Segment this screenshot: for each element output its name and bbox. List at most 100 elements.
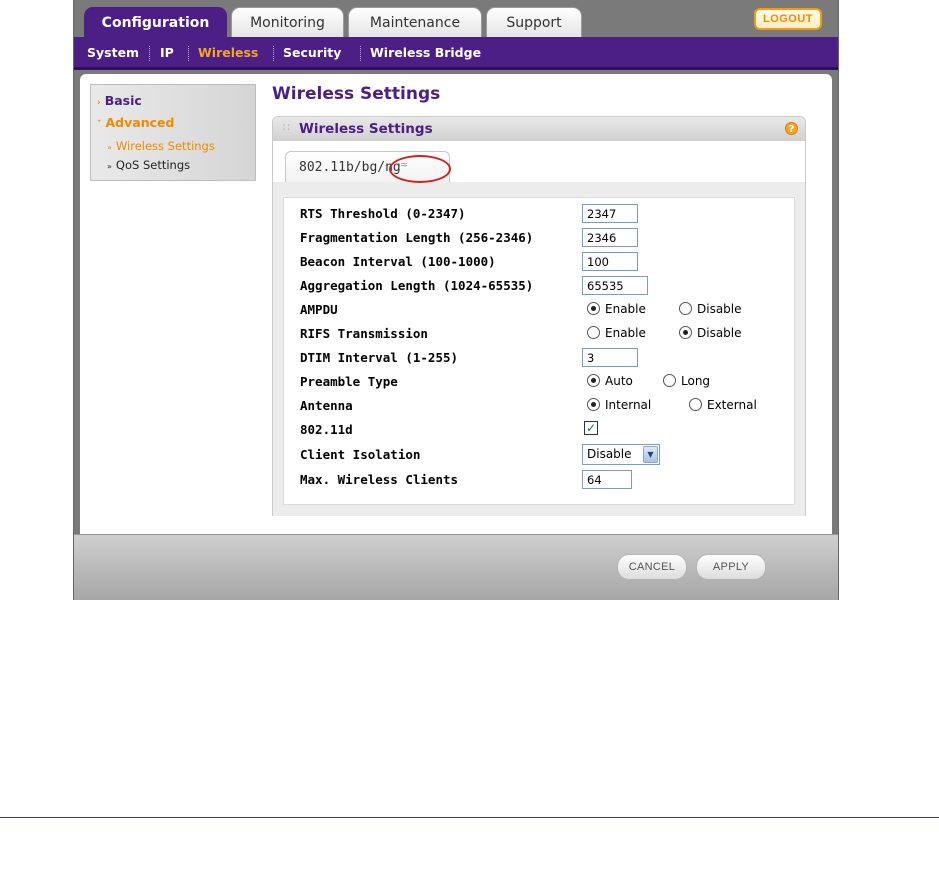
- apply-button[interactable]: APPLY: [696, 554, 766, 580]
- radio-selected-icon: [587, 374, 600, 387]
- cancel-button[interactable]: CANCEL: [617, 554, 687, 580]
- rifs-transmission-label: RIFS Transmission: [300, 326, 428, 341]
- dtim-interval-input[interactable]: [582, 348, 638, 367]
- leftnav-qos-settings-label: QoS Settings: [115, 158, 191, 172]
- beacon-interval-input[interactable]: [582, 252, 638, 271]
- antenna-internal-label: Internal: [605, 398, 652, 412]
- radio-mode-label: 802.11b/bg/ng: [299, 160, 401, 175]
- main-tab-bar: Configuration Monitoring Maintenance Sup…: [74, 0, 838, 39]
- page-title: Wireless Settings: [272, 84, 441, 104]
- sub-navigation: System IP Wireless Security Wireless Bri…: [74, 37, 838, 70]
- antenna-external-radio[interactable]: External: [689, 398, 757, 412]
- help-icon[interactable]: ?: [785, 122, 798, 135]
- antenna-internal-radio[interactable]: Internal: [587, 398, 651, 412]
- subnav-ip[interactable]: IP: [160, 45, 174, 60]
- leftnav-qos-settings[interactable]: » QoS Settings: [107, 158, 190, 172]
- row-beacon-interval: Beacon Interval (100-1000): [300, 251, 795, 273]
- subnav-separator: [360, 46, 361, 61]
- tab-maintenance[interactable]: Maintenance: [348, 7, 482, 37]
- logout-button[interactable]: LOGOUT: [754, 8, 822, 30]
- row-ampdu: AMPDU Enable Disable: [300, 299, 795, 321]
- client-isolation-value: Disable: [587, 447, 632, 461]
- subnav-wireless[interactable]: Wireless: [198, 45, 258, 60]
- row-dtim-interval: DTIM Interval (1-255): [300, 347, 795, 369]
- grip-icon: ∷: [283, 121, 290, 134]
- subnav-security[interactable]: Security: [283, 45, 341, 60]
- ampdu-label: AMPDU: [300, 302, 338, 317]
- footer-bar: CANCEL APPLY: [74, 534, 838, 600]
- ampdu-enable-radio[interactable]: Enable: [587, 302, 646, 316]
- row-rts-threshold: RTS Threshold (0-2347): [300, 203, 795, 225]
- rifs-enable-radio[interactable]: Enable: [587, 326, 646, 340]
- row-fragmentation-length: Fragmentation Length (256-2346): [300, 227, 795, 249]
- row-preamble-type: Preamble Type Auto Long: [300, 371, 795, 393]
- double-chevron-icon: »: [107, 162, 112, 171]
- antenna-label: Antenna: [300, 398, 353, 413]
- checkmark-icon: ✓: [585, 421, 597, 435]
- radio-unselected-icon: [689, 398, 702, 411]
- annotation-circle: [389, 155, 451, 183]
- aggregation-length-label: Aggregation Length (1024-65535): [300, 278, 534, 293]
- antenna-external-label: External: [707, 398, 757, 412]
- double-chevron-icon: »: [107, 143, 112, 152]
- rifs-enable-label: Enable: [605, 326, 646, 340]
- preamble-auto-radio[interactable]: Auto: [587, 374, 633, 388]
- ampdu-disable-radio[interactable]: Disable: [679, 302, 742, 316]
- radio-selected-icon: [587, 302, 600, 315]
- subnav-wireless-bridge[interactable]: Wireless Bridge: [370, 45, 481, 60]
- settings-form: RTS Threshold (0-2347) Fragmentation Len…: [283, 197, 795, 505]
- ampdu-enable-label: Enable: [605, 302, 646, 316]
- rifs-disable-radio[interactable]: Disable: [679, 326, 742, 340]
- radio-selected-icon: [679, 326, 692, 339]
- radio-selected-icon: [587, 398, 600, 411]
- fragmentation-length-input[interactable]: [582, 228, 638, 247]
- row-max-wireless-clients: Max. Wireless Clients: [300, 469, 795, 491]
- preamble-type-label: Preamble Type: [300, 374, 398, 389]
- aggregation-length-input[interactable]: [582, 276, 648, 295]
- leftnav-advanced[interactable]: ˇ Advanced: [97, 115, 174, 130]
- rts-threshold-input[interactable]: [582, 204, 638, 223]
- row-antenna: Antenna Internal External: [300, 395, 795, 417]
- radio-unselected-icon: [587, 326, 600, 339]
- leftnav-basic[interactable]: › Basic: [97, 93, 142, 108]
- leftnav-wireless-settings[interactable]: » Wireless Settings: [107, 139, 215, 153]
- row-rifs-transmission: RIFS Transmission Enable Disable: [300, 323, 795, 345]
- panel-title: Wireless Settings: [299, 121, 433, 137]
- leftnav-wireless-settings-label: Wireless Settings: [115, 139, 215, 153]
- subnav-separator: [188, 46, 189, 61]
- radio-unselected-icon: [663, 374, 676, 387]
- content-area: › Basic ˇ Advanced » Wireless Settings » QoS…: [80, 74, 832, 534]
- preamble-long-label: Long: [681, 374, 711, 388]
- radio-unselected-icon: [679, 302, 692, 315]
- row-aggregation-length: Aggregation Length (1024-65535): [300, 275, 795, 297]
- ampdu-disable-label: Disable: [697, 302, 742, 316]
- rifs-disable-label: Disable: [697, 326, 742, 340]
- tab-monitoring[interactable]: Monitoring: [231, 7, 344, 37]
- client-isolation-label: Client Isolation: [300, 447, 421, 462]
- subnav-separator: [273, 46, 274, 61]
- subnav-system[interactable]: System: [87, 45, 139, 60]
- max-wireless-clients-label: Max. Wireless Clients: [300, 472, 459, 487]
- preamble-long-radio[interactable]: Long: [663, 374, 710, 388]
- tab-configuration[interactable]: Configuration: [84, 7, 227, 39]
- wireless-settings-panel: ∷ Wireless Settings ? 802.11b/bg/ng≈ RTS…: [272, 116, 806, 516]
- chevron-right-icon: ›: [97, 98, 101, 108]
- chevron-down-icon: ˇ: [97, 120, 102, 130]
- tab-support[interactable]: Support: [486, 7, 582, 37]
- router-admin-window: Configuration Monitoring Maintenance Sup…: [73, 0, 839, 600]
- max-wireless-clients-input[interactable]: [582, 470, 632, 489]
- chevron-down-icon: ▼: [643, 446, 658, 463]
- page-divider: [0, 817, 939, 818]
- 80211d-checkbox[interactable]: ✓: [584, 421, 598, 435]
- 80211d-label: 802.11d: [300, 422, 353, 437]
- row-client-isolation: Client Isolation Disable ▼: [300, 444, 795, 466]
- beacon-interval-label: Beacon Interval (100-1000): [300, 254, 496, 269]
- subnav-separator: [149, 46, 150, 61]
- client-isolation-select[interactable]: Disable ▼: [582, 444, 660, 465]
- left-navigation: › Basic ˇ Advanced » Wireless Settings » QoS…: [90, 84, 256, 181]
- dtim-interval-label: DTIM Interval (1-255): [300, 350, 459, 365]
- panel-header: ∷ Wireless Settings ?: [273, 117, 805, 141]
- fragmentation-length-label: Fragmentation Length (256-2346): [300, 230, 534, 245]
- leftnav-basic-label: Basic: [104, 93, 142, 108]
- rts-threshold-label: RTS Threshold (0-2347): [300, 206, 466, 221]
